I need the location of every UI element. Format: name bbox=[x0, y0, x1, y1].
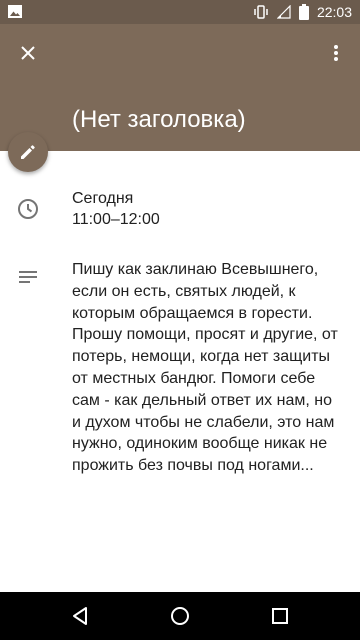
event-header: (Нет заголовка) bbox=[0, 24, 360, 151]
image-icon bbox=[8, 5, 22, 18]
home-button[interactable] bbox=[150, 592, 210, 640]
vibrate-icon bbox=[254, 5, 268, 19]
edit-button[interactable] bbox=[8, 132, 48, 172]
navigation-bar bbox=[0, 592, 360, 640]
edit-pencil-icon bbox=[21, 145, 35, 159]
event-time-range: 11:00–12:00 bbox=[72, 211, 160, 228]
back-button[interactable] bbox=[50, 592, 110, 640]
recents-button[interactable] bbox=[250, 592, 310, 640]
event-description: Пишу как заклинаю Всевышнего, если он ес… bbox=[72, 261, 338, 475]
event-date: Сегодня bbox=[72, 190, 134, 207]
close-button[interactable] bbox=[12, 37, 44, 69]
notes-icon bbox=[19, 271, 37, 283]
clock-icon bbox=[18, 199, 38, 219]
more-vert-icon bbox=[334, 45, 338, 61]
recents-icon bbox=[272, 608, 288, 624]
battery-icon bbox=[298, 4, 309, 20]
back-icon bbox=[73, 607, 87, 625]
event-time: Сегодня 11:00–12:00 bbox=[72, 188, 160, 230]
signal-icon bbox=[276, 5, 291, 19]
event-title: (Нет заголовка) bbox=[72, 106, 246, 133]
status-icons: 22:03 bbox=[253, 0, 352, 24]
status-time: 22:03 bbox=[316, 4, 352, 20]
status-bar: 22:03 bbox=[0, 0, 360, 24]
close-icon bbox=[21, 46, 35, 60]
home-icon bbox=[171, 607, 189, 625]
more-options-button[interactable] bbox=[324, 37, 348, 69]
